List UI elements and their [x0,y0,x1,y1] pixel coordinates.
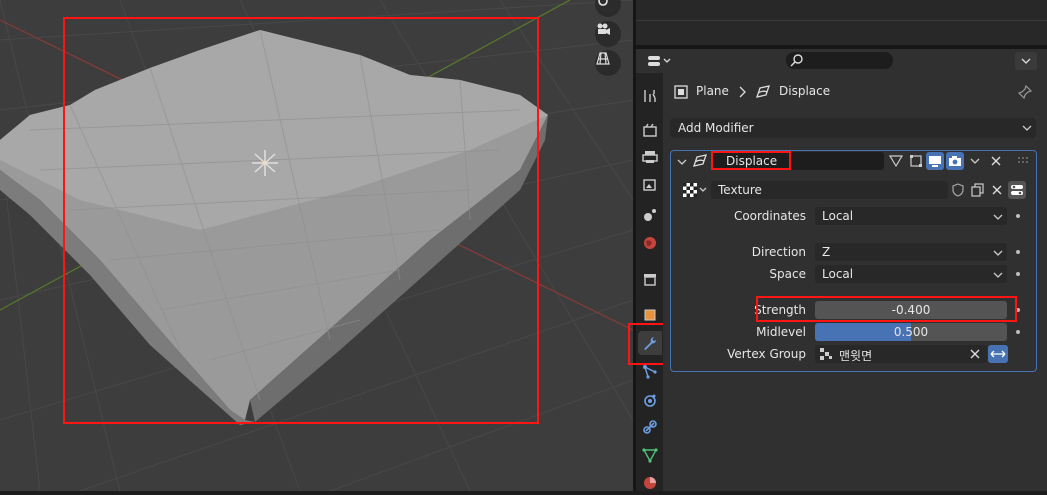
properties-panel: Plane Displace Add Modifier Displace Tex… [663,73,1047,491]
grid-icon[interactable] [595,50,621,76]
scene-icon [644,209,656,221]
displace-modifier-icon [693,154,707,167]
displace-modifier-icon [756,85,770,98]
drag-handle-icon[interactable] [1017,156,1029,166]
chevron-down-icon [993,214,1003,220]
add-modifier-label: Add Modifier [678,121,754,135]
strength-highlight [756,296,1017,322]
render-icon [643,123,657,137]
physics-icon [644,394,656,407]
properties-header [636,49,1047,73]
breadcrumb-modifier: Displace [779,84,831,98]
chevron-down-icon [993,250,1003,256]
tool-icon [644,90,656,102]
tab-constraints[interactable] [638,415,662,439]
tab-scene[interactable] [638,203,662,227]
clear-close-icon[interactable] [969,348,981,360]
direction-value: Z [822,245,831,259]
chevron-down-icon [1022,125,1032,131]
keyframe-dot[interactable] [1016,214,1020,218]
edit-mode-cage-icon[interactable] [887,152,905,170]
tab-material[interactable] [638,471,662,495]
checker-texture-icon [683,183,707,197]
render-camera-icon[interactable] [946,152,964,170]
tab-physics[interactable] [638,388,662,412]
space-value: Local [822,267,854,281]
displace-modifier-panel: Displace Texture Coordinates Local Direc… [670,150,1037,372]
options-dropdown[interactable] [1015,52,1037,70]
midlevel-label: Midlevel [756,325,806,339]
vertex-group-icon [820,348,832,360]
constraints-icon [643,420,657,434]
vertex-group-value: 맨윗면 [839,349,873,363]
invert-vertex-group-icon[interactable] [988,345,1008,363]
collection-icon [644,274,656,286]
edit-mode-icon[interactable] [907,152,925,170]
close-icon[interactable] [987,152,1005,170]
unlink-close-icon[interactable] [988,181,1006,199]
tab-render[interactable] [638,118,662,142]
keyframe-dot[interactable] [1016,330,1020,334]
tab-particles[interactable] [638,360,662,384]
properties-tabs [628,73,666,491]
tab-output[interactable] [638,145,662,169]
direction-label: Direction [751,245,806,259]
camera-icon[interactable] [595,21,621,47]
output-icon [642,151,658,163]
viewport-highlight-box [63,17,539,424]
tab-collection[interactable] [638,267,662,291]
tab-data[interactable] [638,443,662,467]
object-icon [644,309,656,321]
chevron-down-icon [993,272,1003,278]
3d-viewport[interactable] [0,0,633,491]
search-input[interactable] [786,52,893,69]
particles-icon [643,365,657,379]
search-icon [790,54,803,67]
tab-world[interactable] [638,231,662,255]
object-icon [674,85,688,99]
keyframe-dot[interactable] [1016,250,1020,254]
vertex-group-field[interactable]: 맨윗면 [815,345,987,363]
midlevel-slider[interactable]: 0.500 [815,323,1007,341]
texture-name-field[interactable]: Texture [711,181,948,199]
modifier-dropdown-icon[interactable] [966,152,984,170]
modifier-name-highlight [711,151,791,170]
texture-browse-button[interactable] [681,181,709,199]
vertex-group-label: Vertex Group [727,347,806,361]
texture-label: Texture [718,183,762,197]
modifier-tab-highlight [628,323,666,365]
tab-view-layer[interactable] [638,173,662,197]
fake-user-shield-icon[interactable] [949,181,967,199]
coordinates-value: Local [822,209,854,223]
chevron-right-icon [739,86,746,98]
duplicate-icon[interactable] [969,181,987,199]
direction-dropdown[interactable]: Z [815,243,1007,261]
outliner-area[interactable] [636,0,1047,45]
texture-settings-icon[interactable] [1008,181,1026,199]
space-dropdown[interactable]: Local [815,265,1007,283]
coordinates-dropdown[interactable]: Local [815,207,1007,225]
material-icon [644,477,656,489]
world-icon [644,237,656,249]
pin-icon[interactable] [1018,85,1032,99]
editor-type-dropdown[interactable] [644,52,674,70]
space-label: Space [769,267,806,281]
add-modifier-button[interactable]: Add Modifier [670,118,1036,138]
realtime-viewport-icon[interactable] [926,152,944,170]
coordinates-label: Coordinates [733,209,806,223]
midlevel-value: 0.500 [893,325,929,339]
tab-tool[interactable] [638,84,662,108]
view-layer-icon [643,179,656,191]
keyframe-dot[interactable] [1016,272,1020,276]
collapse-chevron-icon[interactable] [677,158,687,166]
mesh-data-icon [642,448,658,463]
breadcrumb-object: Plane [696,84,729,98]
